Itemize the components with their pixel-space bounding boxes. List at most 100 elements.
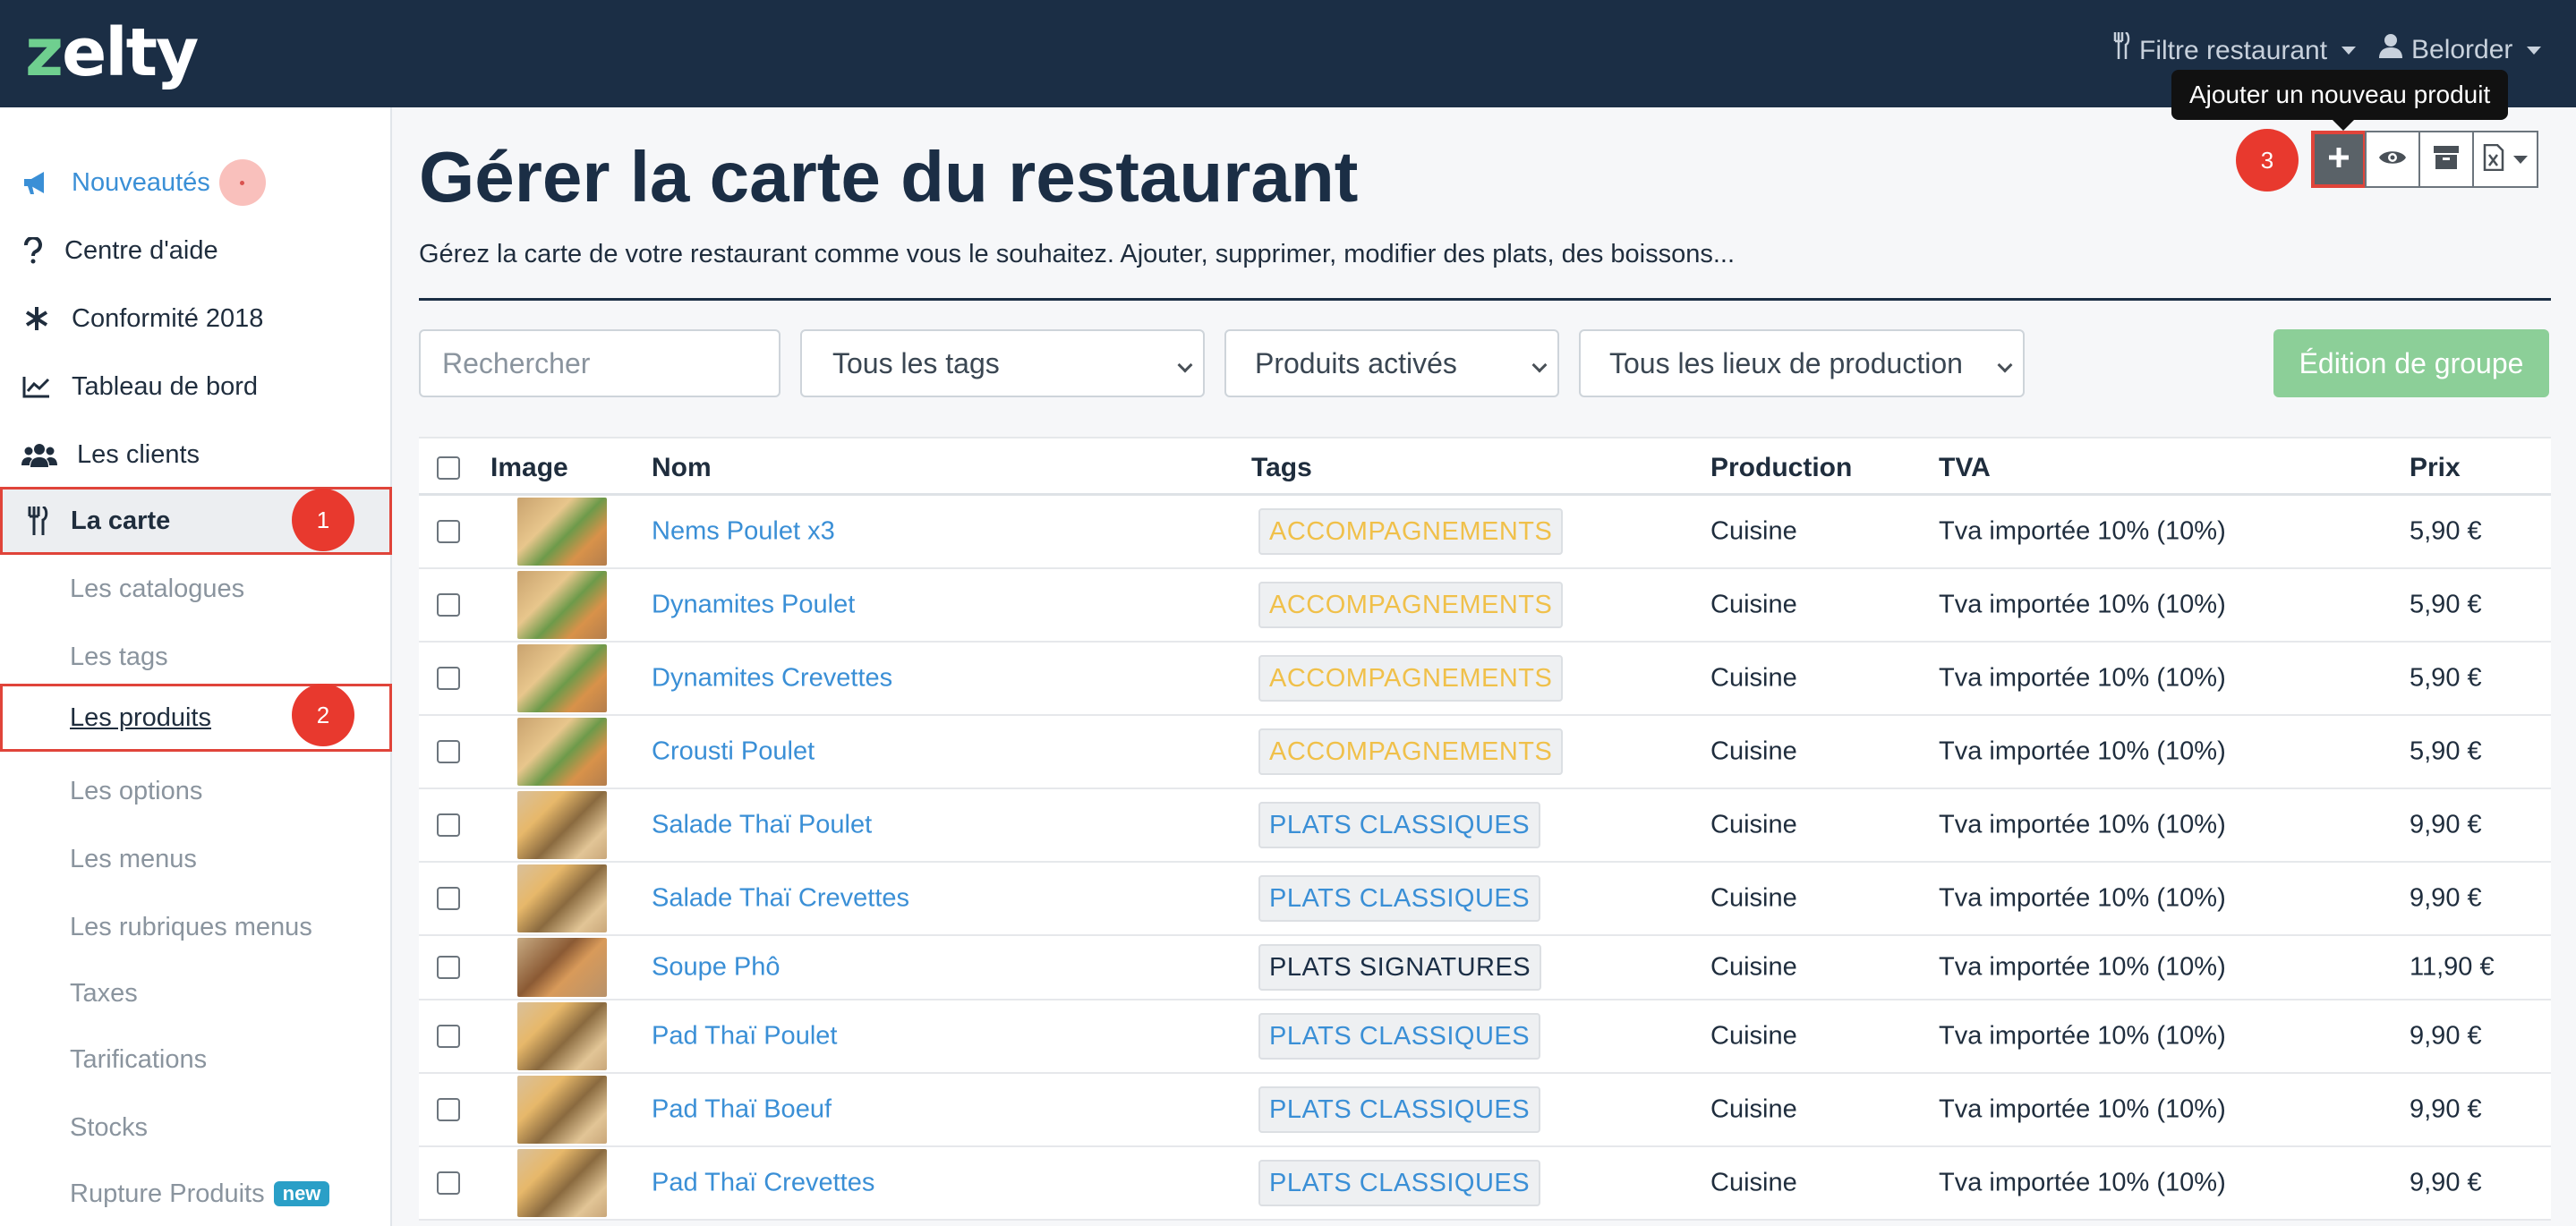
chevron-down-icon bbox=[1997, 357, 2013, 373]
col-header-tva[interactable]: TVA bbox=[1939, 453, 1991, 483]
sidebar-item-nouveautes[interactable]: Nouveautés bbox=[0, 149, 392, 217]
sidebar: Nouveautés Centre d'aide Conformité 2018… bbox=[0, 107, 392, 1226]
product-tag-badge: ACCOMPAGNEMENTS bbox=[1258, 582, 1564, 628]
group-edit-button[interactable]: Édition de groupe bbox=[2273, 329, 2549, 397]
sidebar-item-taxes[interactable]: Taxes bbox=[0, 959, 392, 1027]
col-header-image: Image bbox=[490, 453, 568, 482]
table-row[interactable]: Pad Thaï Boeuf PLATS CLASSIQUES Cuisine Tva… bbox=[419, 1074, 2551, 1147]
product-production: Cuisine bbox=[1710, 810, 1797, 839]
tags-filter-value: Tous les tags bbox=[832, 346, 1000, 379]
product-name-link[interactable]: Dynamites Poulet bbox=[652, 591, 855, 620]
product-tag-badge: ACCOMPAGNEMENTS bbox=[1258, 655, 1564, 702]
user-menu-dropdown[interactable]: Belorder bbox=[2379, 32, 2542, 68]
product-price: 5,90 € bbox=[2410, 516, 2482, 546]
product-name-link[interactable]: Nems Poulet x3 bbox=[652, 517, 835, 547]
product-image bbox=[517, 644, 607, 712]
product-tva: Tva importée 10% (10%) bbox=[1939, 516, 2226, 546]
sidebar-item-conformite[interactable]: Conformité 2018 bbox=[0, 285, 392, 353]
product-price: 9,90 € bbox=[2410, 1168, 2482, 1197]
sidebar-item-label: Les rubriques menus bbox=[70, 912, 312, 941]
excel-export-dropdown[interactable] bbox=[2472, 131, 2538, 188]
sidebar-item-tarifications[interactable]: Tarifications bbox=[0, 1026, 392, 1094]
product-tag-badge: PLATS CLASSIQUES bbox=[1258, 875, 1541, 922]
sidebar-item-label: Centre d'aide bbox=[64, 235, 218, 265]
sidebar-item-rubriques-menus[interactable]: Les rubriques menus bbox=[0, 893, 392, 961]
table-row[interactable]: Nems Poulet x3 ACCOMPAGNEMENTS Cuisine Tva … bbox=[419, 496, 2551, 569]
search-input[interactable]: Rechercher bbox=[419, 329, 780, 397]
product-name-link[interactable]: Pad Thaï Crevettes bbox=[652, 1169, 874, 1198]
product-tag-badge: PLATS CLASSIQUES bbox=[1258, 1086, 1541, 1133]
table-header: Image Nom Tags Production TVA Prix bbox=[419, 437, 2551, 496]
product-tva: Tva importée 10% (10%) bbox=[1939, 810, 2226, 839]
row-checkbox[interactable] bbox=[437, 593, 460, 617]
sidebar-item-options[interactable]: Les options bbox=[0, 757, 392, 825]
step-marker-3: 3 bbox=[2236, 129, 2299, 192]
row-checkbox[interactable] bbox=[437, 520, 460, 543]
product-tag-badge: PLATS CLASSIQUES bbox=[1258, 1160, 1541, 1206]
product-name-link[interactable]: Salade Thaï Crevettes bbox=[652, 884, 909, 914]
status-filter-select[interactable]: Produits activés bbox=[1224, 329, 1559, 397]
product-image bbox=[517, 1149, 607, 1217]
product-tag-badge: PLATS CLASSIQUES bbox=[1258, 1013, 1541, 1060]
archive-button[interactable] bbox=[2418, 131, 2474, 188]
chevron-down-icon bbox=[1531, 357, 1548, 373]
table-row[interactable]: Dynamites Crevettes ACCOMPAGNEMENTS Cuisin… bbox=[419, 643, 2551, 716]
col-header-tags[interactable]: Tags bbox=[1251, 453, 1312, 483]
sidebar-item-label: Les catalogues bbox=[70, 574, 245, 603]
product-image bbox=[517, 791, 607, 859]
sidebar-item-centre-aide[interactable]: Centre d'aide bbox=[0, 217, 392, 285]
step-marker-2: 2 bbox=[292, 684, 354, 746]
utensils-icon bbox=[2112, 31, 2130, 69]
product-production: Cuisine bbox=[1710, 590, 1797, 619]
table-row[interactable]: Soupe Phô PLATS SIGNATURES Cuisine Tva impo… bbox=[419, 936, 2551, 1000]
product-image bbox=[517, 571, 607, 639]
product-name-link[interactable]: Salade Thaï Poulet bbox=[652, 811, 872, 840]
table-row[interactable]: Pad Thaï Poulet PLATS CLASSIQUES Cuisine Tv… bbox=[419, 1000, 2551, 1074]
product-name-link[interactable]: Pad Thaï Poulet bbox=[652, 1022, 837, 1051]
user-name: Belorder bbox=[2411, 35, 2513, 64]
product-name-link[interactable]: Crousti Poulet bbox=[652, 737, 815, 767]
table-row[interactable]: Dynamites Poulet ACCOMPAGNEMENTS Cuisine Tv… bbox=[419, 569, 2551, 643]
excel-export-icon bbox=[2483, 143, 2504, 175]
sidebar-item-stocks[interactable]: Stocks bbox=[0, 1094, 392, 1162]
row-checkbox[interactable] bbox=[437, 956, 460, 979]
restaurant-filter-dropdown[interactable]: Filtre restaurant bbox=[2112, 31, 2357, 69]
add-product-button[interactable] bbox=[2311, 131, 2367, 188]
table-row[interactable]: Salade Thaï Crevettes PLATS CLASSIQUES Cui… bbox=[419, 863, 2551, 936]
row-checkbox[interactable] bbox=[437, 1171, 460, 1195]
sidebar-item-catalogues[interactable]: Les catalogues bbox=[0, 555, 392, 623]
product-tva: Tva importée 10% (10%) bbox=[1939, 1094, 2226, 1124]
row-checkbox[interactable] bbox=[437, 1098, 460, 1121]
production-filter-value: Tous les lieux de production bbox=[1609, 346, 1963, 379]
product-price: 9,90 € bbox=[2410, 810, 2482, 839]
product-price: 9,90 € bbox=[2410, 1094, 2482, 1124]
select-all-checkbox[interactable] bbox=[437, 456, 460, 480]
product-name-link[interactable]: Dynamites Crevettes bbox=[652, 664, 892, 694]
sidebar-item-rupture-produits[interactable]: Rupture Produits new bbox=[0, 1160, 392, 1226]
product-name-link[interactable]: Soupe Phô bbox=[652, 953, 780, 983]
table-row[interactable]: Salade Thaï Poulet PLATS CLASSIQUES Cuisin… bbox=[419, 789, 2551, 863]
production-filter-select[interactable]: Tous les lieux de production bbox=[1579, 329, 2025, 397]
product-name-link[interactable]: Pad Thaï Boeuf bbox=[652, 1095, 832, 1125]
row-checkbox[interactable] bbox=[437, 1025, 460, 1048]
sidebar-item-tags[interactable]: Les tags bbox=[0, 623, 392, 691]
table-row[interactable]: Crousti Poulet ACCOMPAGNEMENTS Cuisine Tva … bbox=[419, 716, 2551, 789]
row-checkbox[interactable] bbox=[437, 667, 460, 690]
product-price: 11,90 € bbox=[2410, 952, 2495, 982]
col-header-production[interactable]: Production bbox=[1710, 453, 1852, 483]
zelty-logo[interactable]: zelty bbox=[25, 13, 199, 93]
sidebar-item-tableau-de-bord[interactable]: Tableau de bord bbox=[0, 353, 392, 421]
row-checkbox[interactable] bbox=[437, 740, 460, 763]
sidebar-item-clients[interactable]: Les clients bbox=[0, 421, 392, 489]
row-checkbox[interactable] bbox=[437, 887, 460, 910]
product-price: 5,90 € bbox=[2410, 590, 2482, 619]
product-tva: Tva importée 10% (10%) bbox=[1939, 883, 2226, 913]
sidebar-item-menus[interactable]: Les menus bbox=[0, 825, 392, 893]
row-checkbox[interactable] bbox=[437, 813, 460, 837]
tags-filter-select[interactable]: Tous les tags bbox=[800, 329, 1205, 397]
table-row[interactable]: Pad Thaï Crevettes PLATS CLASSIQUES Cuisin… bbox=[419, 1147, 2551, 1221]
col-header-price[interactable]: Prix bbox=[2410, 453, 2461, 483]
col-header-name[interactable]: Nom bbox=[652, 453, 712, 483]
product-price: 5,90 € bbox=[2410, 736, 2482, 766]
preview-button[interactable] bbox=[2365, 131, 2420, 188]
